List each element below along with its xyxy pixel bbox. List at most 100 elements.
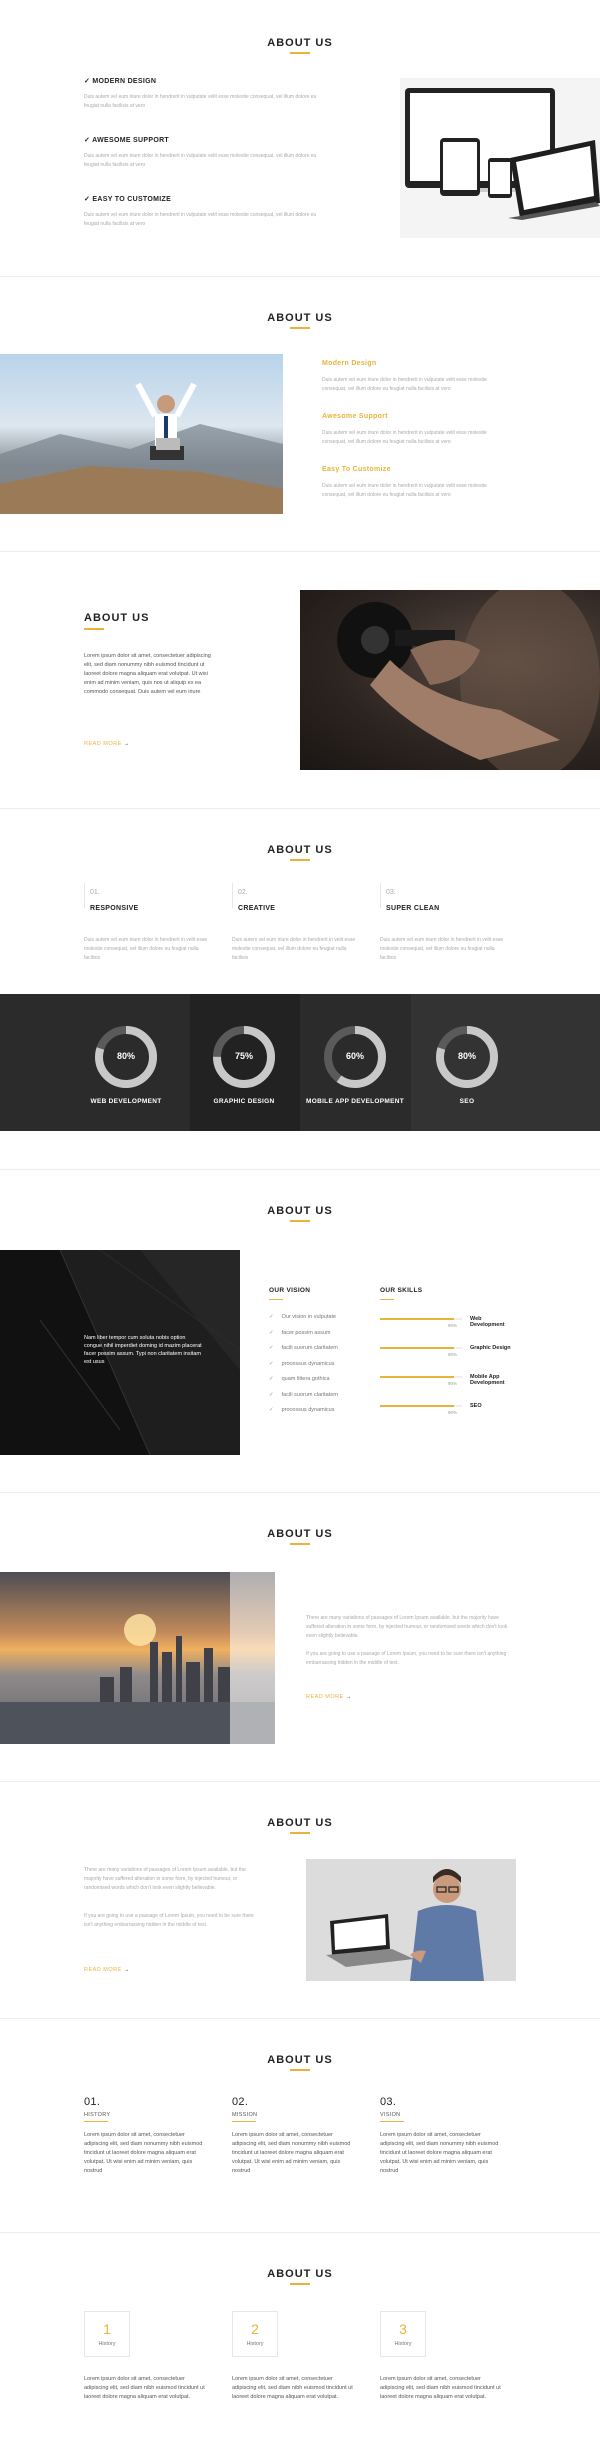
column-heading: MISSION [232,2112,258,2118]
read-more-link[interactable]: READ MORE → [84,1967,130,1973]
section5-title: ABOUT US [267,1205,333,1217]
vision-item: ✓ quam littera gothica [269,1376,330,1382]
arrow-right-icon: → [123,741,130,747]
section7-title: ABOUT US [267,1817,333,1829]
stats-band [0,994,600,1131]
skill-value: 90% [448,1410,458,1415]
title-underline [290,1543,310,1545]
column-border [380,883,381,908]
stat-value: 80% [457,1051,476,1061]
stat-value: 80% [116,1051,135,1061]
body-text: There are many variations of passages of… [306,1615,508,1639]
skill-value: 90% [448,1381,458,1386]
read-more-link[interactable]: READ MORE → [84,741,130,747]
section8-title: ABOUT US [267,2054,333,2066]
body-text: There are many variations of passages of… [84,1867,246,1891]
skills-underline [380,1299,394,1300]
page: ABOUT US ✓ MODERN DESIGN Duis autem vel … [0,0,600,2462]
check-icon: ✓ [269,1345,274,1351]
check-icon: ✓ [269,1391,274,1398]
vision-item: ✓ facer possim assum [269,1329,331,1336]
check-icon: ✓ [84,137,93,144]
skill-label: SEO [470,1403,482,1409]
overlay-text: Nam liber tempor cum soluta nobis option… [84,1335,202,1365]
card-label: History [394,2341,412,2347]
column-text: Duis autem vel eum iriure dolor in hendr… [84,937,208,961]
column-number: 03. [380,2096,397,2108]
column-number: 01. [84,2096,101,2108]
title-underline [290,327,310,329]
stat-label: GRAPHIC DESIGN [213,1098,275,1105]
column-number: 01. [90,889,100,896]
skill-fill [380,1318,454,1320]
section-divider [0,1492,600,1493]
read-more-link[interactable]: READ MORE → [306,1694,352,1700]
section-divider [0,276,600,277]
column-heading: SUPER CLEAN [386,905,440,912]
section9-title: ABOUT US [267,2268,333,2280]
skills-title: OUR SKILLS [380,1287,423,1294]
check-icon: ✓ [269,1314,274,1320]
arrow-right-icon: → [345,1694,352,1700]
column-underline [380,2121,404,2122]
stat-value: 75% [234,1051,253,1061]
title-underline [290,1832,310,1834]
column-text: Lorem ipsum dolor sit amet, consectetuer… [84,2132,203,2174]
feature-easy-customize: ✓ EASY TO CUSTOMIZE [84,196,172,203]
feature-heading: Easy To Customize [322,466,391,473]
skill-label: Web Development [470,1316,505,1328]
vision-item: ✓ processus dynamicus [269,1360,335,1367]
column-number: 02. [232,2096,249,2108]
vision-item: ✓ Our vision in vulputate [269,1314,337,1320]
skill-fill [380,1405,454,1407]
dumbbell-photo [300,590,600,770]
feature-text: Duis autem vel eum iriure dolor in hendr… [84,94,317,109]
section-divider [0,551,600,552]
skill-track [380,1376,462,1378]
skill-track [380,1405,462,1407]
section-divider [0,1781,600,1782]
feature-text: Duis autem vel eum iriure dolor in hendr… [84,212,317,227]
title-underline [290,2069,310,2071]
stat-label: WEB DEVELOPMENT [90,1098,162,1105]
title-underline [84,628,104,630]
column-text: Lorem ipsum dolor sit amet, consectetuer… [232,2376,353,2400]
stat-ring: 80% [435,1025,499,1089]
column-heading: CREATIVE [238,905,276,912]
stat-ring: 60% [323,1025,387,1089]
column-text: Duis autem vel eum iriure dolor in hendr… [380,937,504,961]
skill-fill [380,1347,454,1349]
skill-value: 90% [448,1352,458,1357]
feature-heading: Modern Design [322,360,377,367]
vision-title: OUR VISION [269,1287,311,1294]
column-heading: VISION [380,2112,401,2118]
column-text: Lorem ipsum dolor sit amet, consectetuer… [380,2132,499,2174]
card-number: 2 [251,2321,259,2337]
section3-title: ABOUT US [84,612,150,624]
vision-item: ✓ facili suorum claritatem [269,1391,338,1398]
column-heading: HISTORY [84,2112,111,2118]
section2-title: ABOUT US [267,312,333,324]
skill-track [380,1318,462,1320]
feature-text: Duis autem vel eum iriure dolor in hendr… [322,430,487,445]
arrow-right-icon: → [123,1967,130,1973]
section-divider [0,1169,600,1170]
devices-illustration [400,78,600,238]
feature-modern-design: ✓ MODERN DESIGN [84,78,157,85]
section1-title: ABOUT US [267,37,333,49]
section-divider [0,2232,600,2233]
stat-ring: 75% [212,1025,276,1089]
section6-title: ABOUT US [267,1528,333,1540]
stat-label: MOBILE APP DEVELOPMENT [306,1098,404,1105]
column-text: Lorem ipsum dolor sit amet, consectetuer… [380,2376,501,2400]
stat-value: 60% [345,1051,364,1061]
check-icon: ✓ [269,1407,274,1413]
column-heading: RESPONSIVE [90,905,139,912]
column-text: Lorem ipsum dolor sit amet, consectetuer… [84,2376,205,2400]
skill-fill [380,1376,454,1378]
body-text: Lorem ipsum dolor sit amet, consectetuer… [84,653,211,695]
card-number: 1 [103,2321,111,2337]
skill-label: Graphic Design [470,1345,511,1351]
body-text: If you are going to use a passage of Lor… [84,1913,254,1928]
check-icon: ✓ [269,1376,274,1382]
